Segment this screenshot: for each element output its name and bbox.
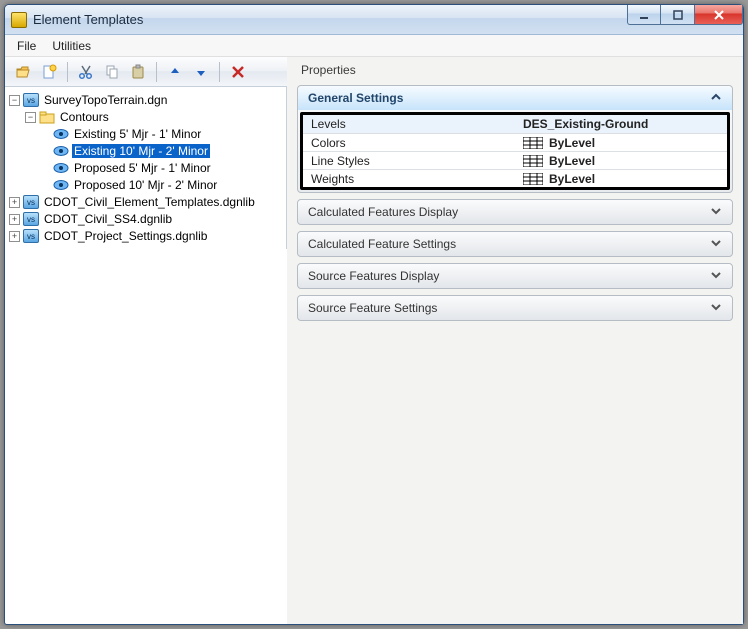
template-icon [53, 144, 69, 158]
expander-icon[interactable]: + [9, 197, 20, 208]
properties-title: Properties [301, 63, 733, 77]
section-src-settings: Source Feature Settings [297, 295, 733, 321]
tree-lib-b[interactable]: CDOT_Civil_SS4.dgnlib [42, 212, 174, 226]
bylevel-swatch-icon [523, 173, 543, 185]
copy-icon[interactable] [100, 60, 124, 84]
section-header-label: Calculated Feature Settings [308, 237, 456, 251]
expander-icon[interactable]: − [25, 112, 36, 123]
section-general: General Settings Levels DES_Existing-Gro… [297, 85, 733, 193]
app-window: Element Templates File Utilities [4, 4, 744, 625]
prop-value: ByLevel [549, 172, 595, 186]
tree-lib-a[interactable]: CDOT_Civil_Element_Templates.dgnlib [42, 195, 257, 209]
chevron-down-icon [710, 301, 722, 316]
delete-icon[interactable] [226, 60, 250, 84]
bylevel-swatch-icon [523, 137, 543, 149]
properties-panel: Properties General Settings Levels DES_E… [287, 57, 743, 624]
dgnlib-icon: vs [23, 229, 39, 243]
titlebar[interactable]: Element Templates [5, 5, 743, 35]
tree-panel[interactable]: −vsSurveyTopoTerrain.dgn −Contours Exist… [5, 87, 287, 249]
prop-value: ByLevel [549, 154, 595, 168]
prop-row-weights[interactable]: Weights ByLevel [303, 169, 727, 187]
chevron-down-icon [710, 205, 722, 220]
section-header-calc-display[interactable]: Calculated Features Display [298, 200, 732, 224]
toolbar [5, 57, 287, 87]
prop-row-colors[interactable]: Colors ByLevel [303, 133, 727, 151]
prop-label: Weights [303, 172, 523, 186]
section-calc-display: Calculated Features Display [297, 199, 733, 225]
section-src-display: Source Features Display [297, 263, 733, 289]
prop-row-levels[interactable]: Levels DES_Existing-Ground [303, 115, 727, 133]
prop-value: ByLevel [549, 136, 595, 150]
template-icon [53, 178, 69, 192]
chevron-down-icon [710, 269, 722, 284]
section-header-calc-settings[interactable]: Calculated Feature Settings [298, 232, 732, 256]
tree-item-ex5[interactable]: Existing 5' Mjr - 1' Minor [72, 127, 203, 141]
folder-icon [39, 110, 55, 124]
move-up-icon[interactable] [163, 60, 187, 84]
dgn-icon: vs [23, 93, 39, 107]
section-header-label: Source Features Display [308, 269, 439, 283]
close-button[interactable] [695, 5, 743, 25]
paste-icon[interactable] [126, 60, 150, 84]
section-header-general[interactable]: General Settings [298, 86, 732, 110]
template-icon [53, 161, 69, 175]
tree-lib-c[interactable]: CDOT_Project_Settings.dgnlib [42, 229, 209, 243]
menu-file[interactable]: File [17, 39, 36, 53]
tree-item-ex10[interactable]: Existing 10' Mjr - 2' Minor [72, 144, 210, 158]
move-down-icon[interactable] [189, 60, 213, 84]
section-header-src-display[interactable]: Source Features Display [298, 264, 732, 288]
template-icon [53, 127, 69, 141]
chevron-up-icon [710, 91, 722, 106]
expander-icon[interactable]: − [9, 95, 20, 106]
minimize-button[interactable] [627, 5, 661, 25]
tree-root[interactable]: SurveyTopoTerrain.dgn [42, 93, 169, 107]
menu-utilities[interactable]: Utilities [52, 39, 91, 53]
tree-folder[interactable]: Contours [58, 110, 111, 124]
expander-icon[interactable]: + [9, 214, 20, 225]
app-icon [11, 12, 27, 28]
open-icon[interactable] [11, 60, 35, 84]
prop-row-linestyles[interactable]: Line Styles ByLevel [303, 151, 727, 169]
prop-label: Colors [303, 136, 523, 150]
prop-label: Levels [303, 117, 523, 131]
expander-icon[interactable]: + [9, 231, 20, 242]
window-title: Element Templates [33, 12, 627, 27]
dgnlib-icon: vs [23, 212, 39, 226]
section-header-src-settings[interactable]: Source Feature Settings [298, 296, 732, 320]
prop-value: DES_Existing-Ground [523, 117, 648, 131]
maximize-button[interactable] [661, 5, 695, 25]
section-header-label: Source Feature Settings [308, 301, 437, 315]
property-grid: Levels DES_Existing-Ground Colors ByLeve… [300, 112, 730, 190]
section-header-label: General Settings [308, 91, 403, 105]
menubar: File Utilities [5, 35, 743, 57]
new-icon[interactable] [37, 60, 61, 84]
bylevel-swatch-icon [523, 155, 543, 167]
prop-label: Line Styles [303, 154, 523, 168]
tree-item-pr5[interactable]: Proposed 5' Mjr - 1' Minor [72, 161, 213, 175]
cut-icon[interactable] [74, 60, 98, 84]
section-header-label: Calculated Features Display [308, 205, 458, 219]
chevron-down-icon [710, 237, 722, 252]
dgnlib-icon: vs [23, 195, 39, 209]
tree-item-pr10[interactable]: Proposed 10' Mjr - 2' Minor [72, 178, 219, 192]
section-calc-settings: Calculated Feature Settings [297, 231, 733, 257]
